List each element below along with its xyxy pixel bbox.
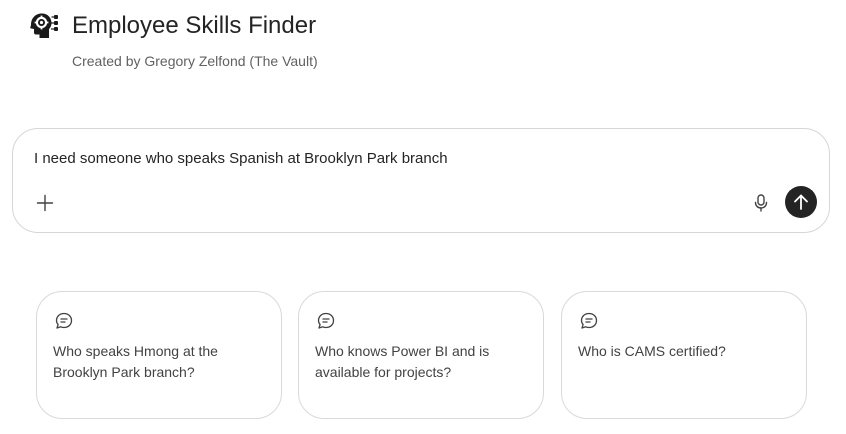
message-input[interactable] [34, 149, 794, 169]
send-button[interactable] [785, 186, 817, 218]
suggestion-card[interactable]: Who knows Power BI and is available for … [298, 291, 544, 419]
app-header: Employee Skills Finder Created by Gregor… [28, 10, 428, 74]
microphone-button[interactable] [749, 191, 773, 215]
microphone-icon [754, 194, 768, 212]
page-title: Employee Skills Finder [72, 12, 317, 39]
suggestion-text: Who knows Power BI and is available for … [315, 343, 490, 380]
arrow-up-icon [794, 194, 808, 210]
suggestion-text: Who is CAMS certified? [578, 343, 726, 359]
suggestion-text: Who speaks Hmong at the Brooklyn Park br… [53, 343, 218, 380]
suggestion-card[interactable]: Who is CAMS certified? [561, 291, 807, 419]
plus-icon [36, 194, 54, 212]
head-gear-icon [28, 12, 60, 40]
chat-bubble-icon [316, 311, 336, 331]
chat-bubble-icon [54, 311, 74, 331]
add-attachment-button[interactable] [33, 191, 57, 215]
chat-composer [12, 128, 830, 233]
creator-credit: Created by Gregory Zelfond (The Vault) [72, 53, 318, 69]
suggestion-card[interactable]: Who speaks Hmong at the Brooklyn Park br… [36, 291, 282, 419]
chat-bubble-icon [579, 311, 599, 331]
